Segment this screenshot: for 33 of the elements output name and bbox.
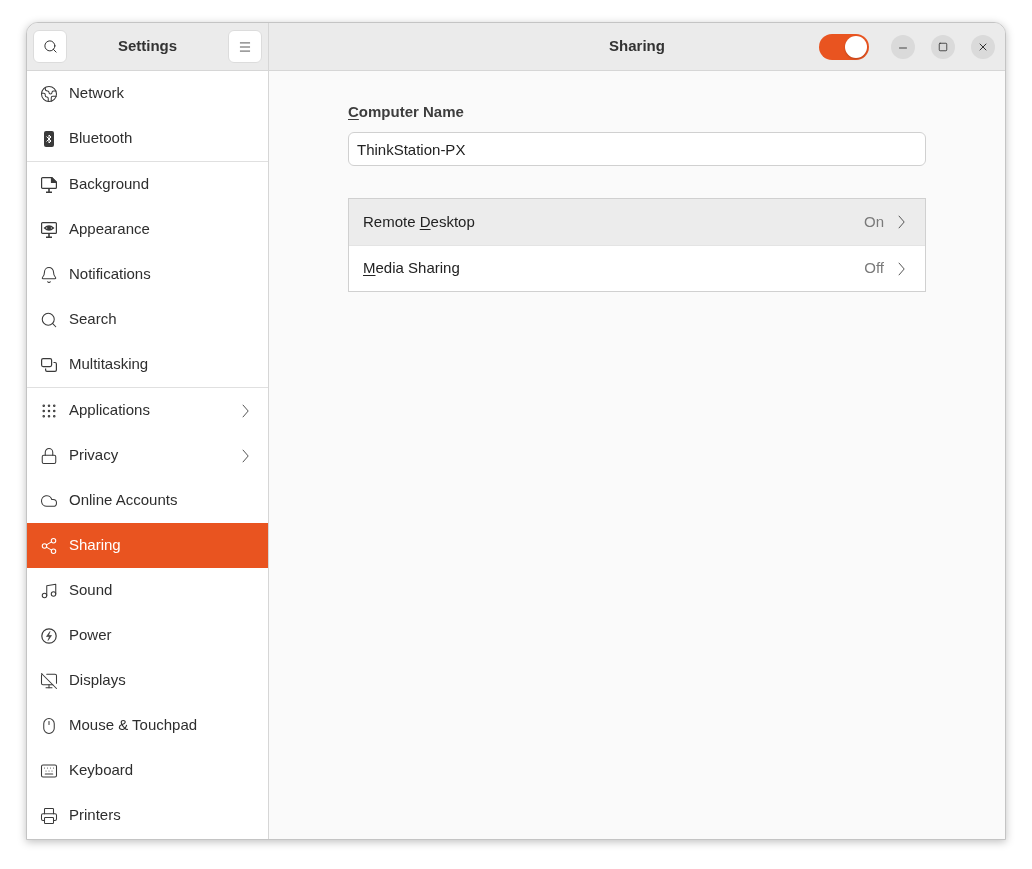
- minimize-button[interactable]: [891, 34, 915, 59]
- share-icon: [40, 536, 58, 555]
- chevron-right-icon: [898, 261, 905, 276]
- monitor-eye-icon: [41, 221, 57, 238]
- sidebar-title: Settings: [117, 36, 178, 57]
- mouse-icon: [40, 716, 58, 735]
- menu-icon: [238, 39, 252, 54]
- lightning-circle-icon: [41, 627, 57, 644]
- monitor-icon: [40, 671, 58, 690]
- printer-icon: [40, 806, 58, 825]
- menu-button[interactable]: [228, 30, 262, 63]
- windows-icon: [41, 357, 57, 372]
- keyboard-icon: [40, 761, 58, 780]
- bell-icon: [40, 265, 58, 284]
- search-icon: [40, 310, 58, 329]
- service-row[interactable]: Remote Desktop On: [349, 199, 925, 245]
- search-icon: [42, 39, 58, 54]
- globe-icon: [40, 84, 58, 103]
- search-button[interactable]: [33, 30, 67, 63]
- bluetooth-icon: [44, 130, 54, 147]
- sidebar-item[interactable]: Sharing: [27, 523, 268, 568]
- lock-icon: [40, 446, 58, 465]
- maximize-button[interactable]: [931, 34, 955, 59]
- page-title: Sharing: [609, 36, 665, 57]
- maximize-icon: [938, 41, 948, 52]
- music-note-icon: [40, 581, 58, 600]
- dot-grid-icon: [40, 401, 58, 420]
- monitor-icon: [41, 176, 57, 193]
- field-label: Computer Name: [348, 102, 464, 122]
- chevron-right-icon: [898, 215, 905, 229]
- computer-name-field[interactable]: ThinkStation-PX: [348, 132, 926, 166]
- close-button[interactable]: [971, 34, 995, 59]
- sharing-toggle[interactable]: [819, 33, 869, 60]
